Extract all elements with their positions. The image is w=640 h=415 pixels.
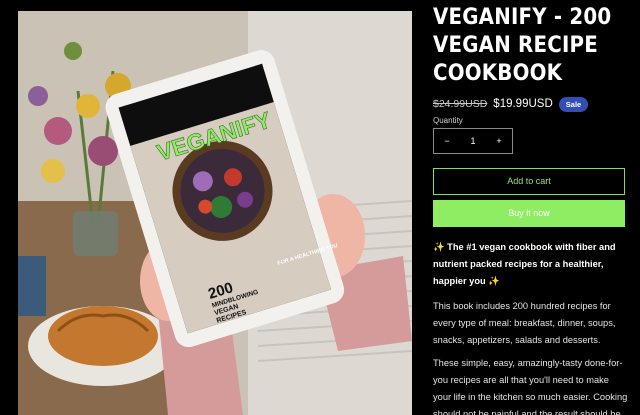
increase-quantity-button[interactable]: + xyxy=(486,129,512,153)
decrease-quantity-button[interactable]: − xyxy=(434,129,460,153)
regular-price: $24.99USD xyxy=(433,98,488,110)
quantity-input[interactable]: 1 xyxy=(460,129,486,153)
product-info: VEGANIFY - 200 VEGAN RECIPE COOKBOOK $24… xyxy=(433,0,628,415)
product-image[interactable]: VEGANIFY 200 MINDBLOWING VEGAN RECIPES F… xyxy=(18,11,412,415)
quantity-stepper: − 1 + xyxy=(433,128,513,154)
quantity-label: Quantity xyxy=(433,116,463,125)
price-row: $24.99USD $19.99USD Sale xyxy=(433,96,589,112)
product-title: VEGANIFY - 200 VEGAN RECIPE COOKBOOK xyxy=(433,5,612,86)
sale-price: $19.99USD xyxy=(493,98,553,110)
add-to-cart-button[interactable]: Add to cart xyxy=(433,168,625,195)
description-paragraph: This book includes 200 hundred recipes f… xyxy=(433,301,616,345)
sale-badge: Sale xyxy=(558,96,589,112)
buy-now-button[interactable]: Buy it now xyxy=(433,200,625,227)
description-headline: ✨ The #1 vegan cookbook with fiber and n… xyxy=(433,242,616,286)
description-paragraph: These simple, easy, amazingly-tasty done… xyxy=(433,358,628,415)
